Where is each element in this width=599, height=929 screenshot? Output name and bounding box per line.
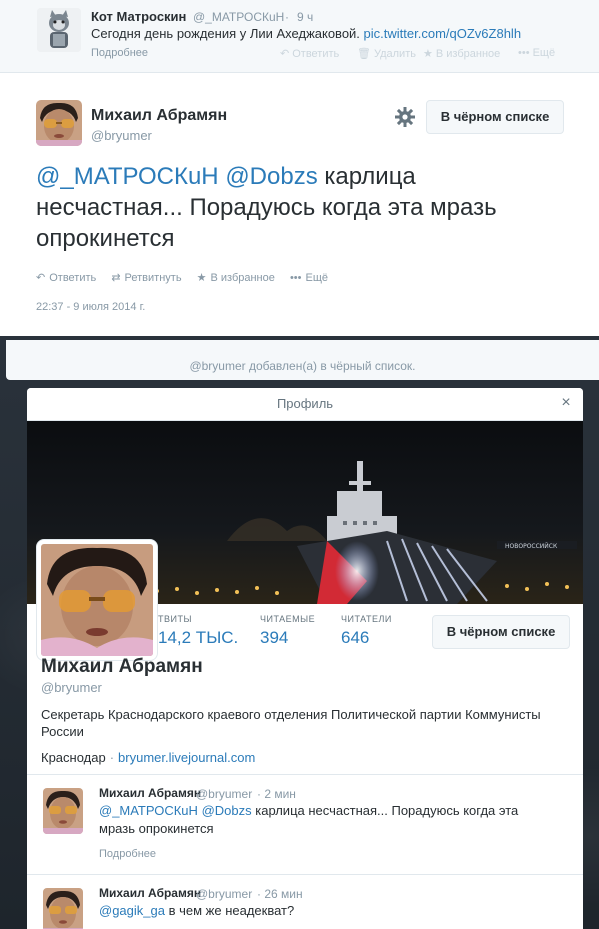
stat-followers[interactable]: ЧИТАТЕЛИ 646 (341, 614, 392, 648)
blocked-notice: @bryumer добавлен(а) в чёрный список. (6, 340, 599, 380)
cat-avatar[interactable] (37, 8, 81, 52)
author-avatar[interactable] (36, 100, 82, 146)
more-link[interactable]: Подробнее (91, 47, 148, 59)
stat-value: 646 (341, 628, 370, 647)
stat-value: 394 (260, 628, 289, 647)
more-action[interactable]: ••• Ещё (290, 272, 328, 284)
tweet-author-handle[interactable]: @bryumer (196, 787, 252, 801)
profile-bio: Секретарь Краснодарского краевого отделе… (41, 707, 541, 739)
trash-icon: 🗑︎ (357, 48, 371, 60)
author-handle[interactable]: @bryumer (91, 128, 152, 143)
stat-label: ЧИТАТЕЛИ (341, 614, 392, 624)
profile-tweet[interactable]: Михаил Абрамян @bryumer · 26 мин @gagik_… (27, 886, 583, 929)
mention-link[interactable]: @Dobzs (225, 163, 317, 190)
profile-location-row: Краснодар · bryumer.livejournal.com (41, 750, 255, 765)
mention-link[interactable]: @Dobzs (202, 803, 252, 818)
tweet-avatar[interactable] (43, 788, 83, 834)
main-tweet: Михаил Абрамян @bryumer В чёрном списке … (0, 73, 599, 335)
divider (27, 774, 583, 775)
profile-overlay: @bryumer добавлен(а) в чёрный список. Пр… (0, 336, 599, 929)
profile-tweet[interactable]: Михаил Абрамян @bryumer · 2 мин @_МАТРОС… (27, 786, 583, 866)
tweet-time[interactable]: · 2 мин (257, 787, 296, 801)
separator: · (109, 750, 115, 765)
tweet-text-body: Сегодня день рождения у Лии Ахеджаковой. (91, 26, 360, 41)
more-label: Ещё (305, 272, 329, 284)
author-name[interactable]: Кот Матроскин (91, 9, 186, 24)
tweet-text-body: в чем же неадекват? (168, 903, 295, 918)
delete-action[interactable]: 🗑︎ Удалить (357, 47, 416, 60)
tweet-author-name[interactable]: Михаил Абрамян (99, 786, 201, 800)
tweet-author-name[interactable]: Михаил Абрамян (99, 886, 201, 900)
more-link[interactable]: Подробнее (99, 848, 156, 860)
more-action[interactable]: ••• Ещё (518, 47, 555, 59)
blocked-button[interactable]: В чёрном списке (426, 100, 564, 134)
favorite-label: В избранное (210, 272, 275, 284)
banner-sign-text: НОВОРОССИЙСК (505, 543, 558, 550)
reply-action[interactable]: ↶ Ответить (280, 47, 339, 60)
profile-handle[interactable]: @bryumer (41, 680, 102, 695)
tweet-time[interactable]: · 26 мин (257, 887, 303, 901)
retweet-action[interactable]: ⇄ Ретвитнуть (111, 271, 181, 284)
stat-label: ТВИТЫ (158, 614, 192, 624)
mention-link[interactable]: @gagik_ga (99, 903, 165, 918)
dots-icon: ••• (289, 272, 302, 284)
pic-link[interactable]: pic.twitter.com/qOZv6Z8hlh (364, 26, 522, 41)
favorite-action[interactable]: ★ В избранное (197, 271, 275, 284)
author-handle[interactable]: @_МАТРОСКuН (193, 10, 284, 24)
favorite-action[interactable]: ★ В избранное (423, 47, 500, 60)
tweet-avatar[interactable] (43, 888, 83, 929)
dots-icon: ••• (518, 47, 530, 59)
star-icon: ★ (196, 272, 207, 284)
profile-name[interactable]: Михаил Абрамян (41, 656, 203, 678)
tweet-timestamp[interactable]: 22:37 - 9 июля 2014 г. (36, 301, 145, 313)
reply-label: Ответить (292, 48, 340, 60)
profile-location: Краснодар (41, 750, 106, 765)
author-name[interactable]: Михаил Абрамян (91, 107, 227, 125)
modal-title: Профиль (27, 388, 583, 421)
reply-icon: ↶ (280, 48, 290, 60)
tweet-time[interactable]: 9 ч (297, 10, 313, 24)
top-tweet[interactable]: Кот Матроскин @_МАТРОСКuН · 9 ч Сегодня … (0, 0, 599, 73)
tweet-author-handle[interactable]: @bryumer (196, 887, 252, 901)
separator: · (285, 10, 289, 24)
favorite-label: В избранное (435, 48, 501, 60)
stat-following[interactable]: ЧИТАЕМЫЕ 394 (260, 614, 315, 648)
stat-label: ЧИТАЕМЫЕ (260, 614, 316, 624)
divider (27, 874, 583, 875)
mention-link[interactable]: @_МАТРОСКuН (36, 163, 219, 190)
reply-label: Ответить (49, 272, 97, 284)
retweet-icon: ⇄ (111, 272, 121, 284)
reply-action[interactable]: ↶ Ответить (36, 271, 96, 284)
tweet-text: @_МАТРОСКuН @Dobzs карлица несчастная...… (99, 802, 539, 838)
tweet-text: Сегодня день рождения у Лии Ахеджаковой.… (91, 26, 521, 41)
mention-link[interactable]: @_МАТРОСКuН (99, 803, 198, 818)
retweet-label: Ретвитнуть (124, 272, 182, 284)
stat-value: 14,2 ТЫС. (158, 628, 239, 647)
tweet-text: @_МАТРОСКuН @Dobzs карлица несчастная...… (36, 161, 556, 254)
more-label: Ещё (532, 47, 556, 59)
delete-label: Удалить (373, 48, 416, 60)
stat-tweets[interactable]: ТВИТЫ 14,2 ТЫС. (158, 614, 238, 648)
reply-icon: ↶ (36, 272, 46, 284)
tweet-actions: ↶ Ответить ⇄ Ретвитнуть ★ В избранное ••• Ещ… (36, 271, 340, 284)
profile-blocked-button[interactable]: В чёрном списке (432, 615, 570, 649)
profile-avatar[interactable] (37, 540, 157, 660)
close-icon[interactable]: × (556, 393, 576, 413)
star-icon: ★ (423, 48, 433, 60)
profile-url[interactable]: bryumer.livejournal.com (118, 750, 255, 765)
gear-icon[interactable] (394, 106, 416, 128)
profile-modal: Профиль × НОВОРОССИЙСК ТВИТЫ 14,2 ТЫС. Ч… (27, 388, 583, 929)
tweet-text: @gagik_ga в чем же неадекват? (99, 902, 539, 920)
